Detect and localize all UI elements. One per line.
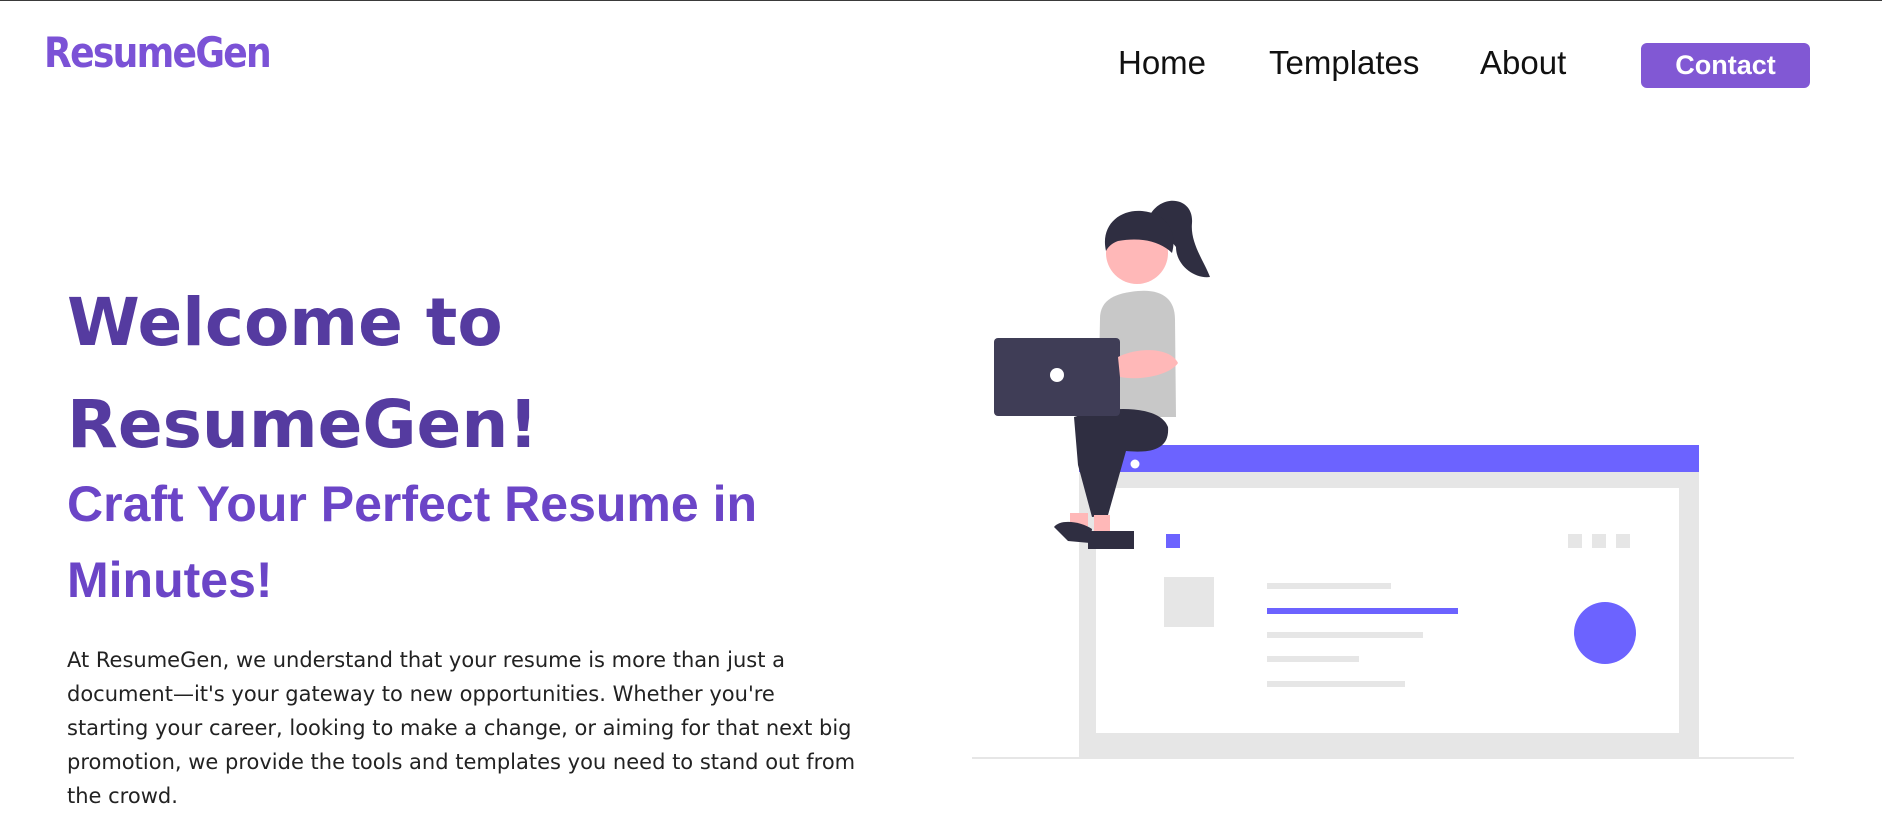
woman-on-browser-illustration xyxy=(972,200,1794,759)
nav-home[interactable]: Home xyxy=(1118,46,1206,79)
hero-title: Welcome to ResumeGen! xyxy=(67,284,539,463)
nav-about[interactable]: About xyxy=(1480,46,1566,79)
logo[interactable]: ResumeGen xyxy=(44,32,272,74)
floor-line xyxy=(972,757,1794,759)
top-border xyxy=(0,0,1882,1)
contact-button[interactable]: Contact xyxy=(1641,43,1810,88)
hero-tagline: Craft Your Perfect Resume in Minutes! xyxy=(67,476,758,608)
browser-window-graphic xyxy=(1079,445,1699,757)
hero-description: At ResumeGen, we understand that your re… xyxy=(67,648,856,808)
nav-templates[interactable]: Templates xyxy=(1269,46,1419,79)
